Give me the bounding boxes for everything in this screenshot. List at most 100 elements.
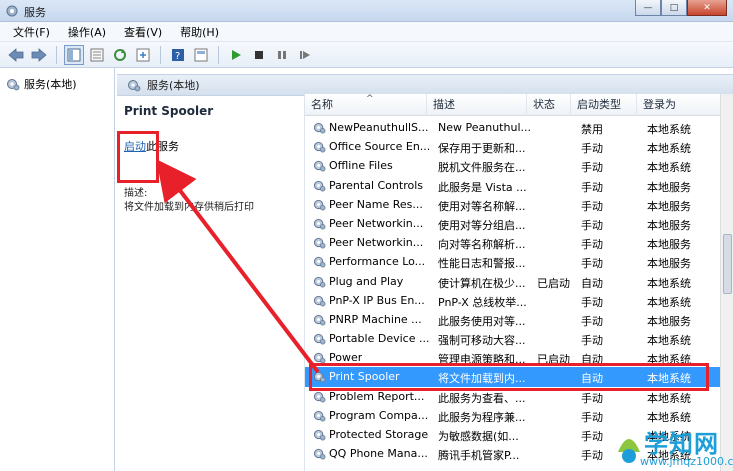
table-row[interactable]: Performance Lo... 性能日志和警报... 手动 本地服务 bbox=[305, 252, 727, 271]
column-header-name[interactable]: ^ 名称 bbox=[305, 94, 427, 116]
export-button[interactable] bbox=[133, 45, 153, 65]
column-header-description[interactable]: 描述 bbox=[427, 94, 527, 116]
sort-ascending-icon: ^ bbox=[366, 94, 374, 104]
service-logon-cell: 本地系统 bbox=[647, 161, 691, 175]
highlight-print-spooler-row bbox=[309, 363, 709, 391]
column-header-status[interactable]: 状态 bbox=[527, 94, 571, 116]
view-button[interactable] bbox=[191, 45, 211, 65]
service-gear-icon bbox=[313, 218, 326, 230]
services-gear-icon bbox=[6, 5, 18, 17]
service-gear-icon bbox=[313, 237, 326, 249]
table-row[interactable]: Office Source En... 保存用于更新和... 手动 本地系统 bbox=[305, 137, 727, 156]
table-row[interactable]: Peer Networkin... 向对等名称解析... 手动 本地服务 bbox=[305, 233, 727, 252]
service-description-cell: 性能日志和警报... bbox=[438, 257, 526, 271]
tree-item-services-local[interactable]: 服务(本地) bbox=[6, 76, 77, 92]
title-bar: 服务 — □ ✕ bbox=[0, 0, 733, 22]
service-description-cell: 保存用于更新和... bbox=[438, 142, 526, 156]
service-startup-cell: 手动 bbox=[581, 257, 603, 271]
service-logon-cell: 本地系统 bbox=[647, 276, 691, 290]
scrollbar-thumb[interactable] bbox=[723, 234, 732, 294]
service-description-cell: New Peanuthul... bbox=[438, 121, 530, 134]
toolbar-separator bbox=[160, 45, 161, 64]
export-list-icon bbox=[136, 48, 150, 61]
menu-help[interactable]: 帮助(H) bbox=[171, 24, 228, 40]
services-gear-icon bbox=[128, 80, 141, 92]
forward-arrow-icon bbox=[31, 47, 47, 62]
service-startup-cell: 手动 bbox=[581, 334, 603, 348]
service-startup-cell: 手动 bbox=[581, 218, 603, 232]
service-startup-cell: 手动 bbox=[581, 314, 603, 328]
refresh-button[interactable] bbox=[110, 45, 130, 65]
forward-button[interactable] bbox=[29, 45, 49, 65]
service-logon-cell: 本地系统 bbox=[647, 295, 691, 309]
table-row[interactable]: PNRP Machine ... 此服务使用对等... 手动 本地服务 bbox=[305, 310, 727, 329]
services-gear-icon bbox=[7, 79, 20, 91]
show-tree-button[interactable] bbox=[64, 44, 84, 65]
service-startup-cell: 禁用 bbox=[581, 123, 603, 136]
column-header-startup-type[interactable]: 启动类型 bbox=[571, 94, 637, 116]
pause-icon bbox=[278, 50, 286, 59]
restart-service-button[interactable] bbox=[295, 45, 315, 65]
service-description-cell: 此服务使用对等... bbox=[438, 314, 526, 328]
maximize-button[interactable]: □ bbox=[661, 0, 687, 16]
service-name-cell: Problem Report... bbox=[313, 390, 435, 403]
table-row[interactable]: Offline Files 脱机文件服务在... 手动 本地系统 bbox=[305, 156, 727, 175]
properties-button[interactable] bbox=[87, 45, 107, 65]
site-watermark: 学知网 www.jmqz1000.com bbox=[614, 418, 733, 470]
service-name-cell: PNRP Machine ... bbox=[313, 313, 435, 326]
service-name-cell: Peer Name Res... bbox=[313, 198, 435, 211]
service-title: Print Spooler bbox=[124, 104, 214, 118]
description-label: 描述: bbox=[124, 188, 148, 199]
view-icon bbox=[194, 48, 208, 61]
service-name-cell: Parental Controls bbox=[313, 179, 435, 192]
start-service-button[interactable] bbox=[226, 45, 246, 65]
pane-header: 服务(本地) bbox=[117, 74, 733, 96]
service-name-cell: Portable Device ... bbox=[313, 332, 435, 345]
service-description-cell: 使计算机在极少... bbox=[438, 276, 526, 290]
service-startup-cell: 手动 bbox=[581, 295, 603, 309]
window-title: 服务 bbox=[24, 6, 46, 19]
service-description-cell: 使用对等名称解... bbox=[438, 199, 526, 213]
table-row[interactable]: PnP-X IP Bus En... PnP-X 总线枚举... 手动 本地系统 bbox=[305, 291, 727, 310]
close-icon: ✕ bbox=[703, 2, 711, 13]
menu-action[interactable]: 操作(A) bbox=[59, 24, 115, 40]
stop-service-button[interactable] bbox=[249, 45, 269, 65]
column-header-logon-as[interactable]: 登录为 bbox=[637, 94, 727, 116]
table-row[interactable]: Portable Device ... 强制可移动大容... 手动 本地系统 bbox=[305, 329, 727, 348]
pane-header-label: 服务(本地) bbox=[147, 79, 200, 92]
help-button[interactable]: ? bbox=[168, 45, 188, 65]
back-button[interactable] bbox=[6, 45, 26, 65]
close-button[interactable]: ✕ bbox=[687, 0, 727, 16]
refresh-icon bbox=[114, 48, 126, 61]
table-row[interactable]: Parental Controls 此服务是 Vista ... 手动 本地服务 bbox=[305, 176, 727, 195]
service-startup-cell: 手动 bbox=[581, 180, 603, 194]
service-description-cell: 强制可移动大容... bbox=[438, 334, 526, 348]
service-name-cell: QQ Phone Mana... bbox=[313, 447, 435, 460]
properties-icon bbox=[90, 48, 104, 61]
table-row[interactable]: Peer Networkin... 使用对等分组启... 手动 本地服务 bbox=[305, 214, 727, 233]
minimize-button[interactable]: — bbox=[635, 0, 661, 16]
menu-view[interactable]: 查看(V) bbox=[115, 24, 171, 40]
service-description-cell: 此服务是 Vista ... bbox=[438, 180, 527, 194]
maximize-icon: □ bbox=[669, 2, 679, 13]
service-startup-cell: 手动 bbox=[581, 199, 603, 213]
toolbar-separator bbox=[218, 45, 219, 64]
service-description-cell: 为敏感数据(如... bbox=[438, 430, 519, 443]
service-startup-cell: 手动 bbox=[581, 142, 603, 156]
service-name-cell: Plug and Play bbox=[313, 275, 435, 288]
service-description-cell: 此服务为查看、... bbox=[438, 391, 526, 405]
service-description-cell: PnP-X 总线枚举... bbox=[438, 295, 527, 309]
table-row[interactable]: Peer Name Res... 使用对等名称解... 手动 本地服务 bbox=[305, 195, 727, 214]
service-gear-icon bbox=[313, 410, 326, 422]
table-row[interactable]: Plug and Play 使计算机在极少... 已启动 自动 本地系统 bbox=[305, 272, 727, 291]
watermark-url: www.jmqz1000.com bbox=[640, 455, 733, 468]
vertical-scrollbar[interactable] bbox=[720, 94, 733, 471]
menu-file[interactable]: 文件(F) bbox=[4, 24, 59, 40]
table-row[interactable]: NewPeanuthullS... New Peanuthul... 禁用 本地系统 bbox=[305, 118, 727, 137]
minimize-icon: — bbox=[643, 2, 653, 13]
service-logon-cell: 本地系统 bbox=[647, 391, 691, 405]
service-logon-cell: 本地系统 bbox=[647, 334, 691, 348]
svg-text:?: ? bbox=[175, 51, 180, 62]
toolbar-separator bbox=[56, 45, 57, 64]
pause-service-button[interactable] bbox=[272, 45, 292, 65]
